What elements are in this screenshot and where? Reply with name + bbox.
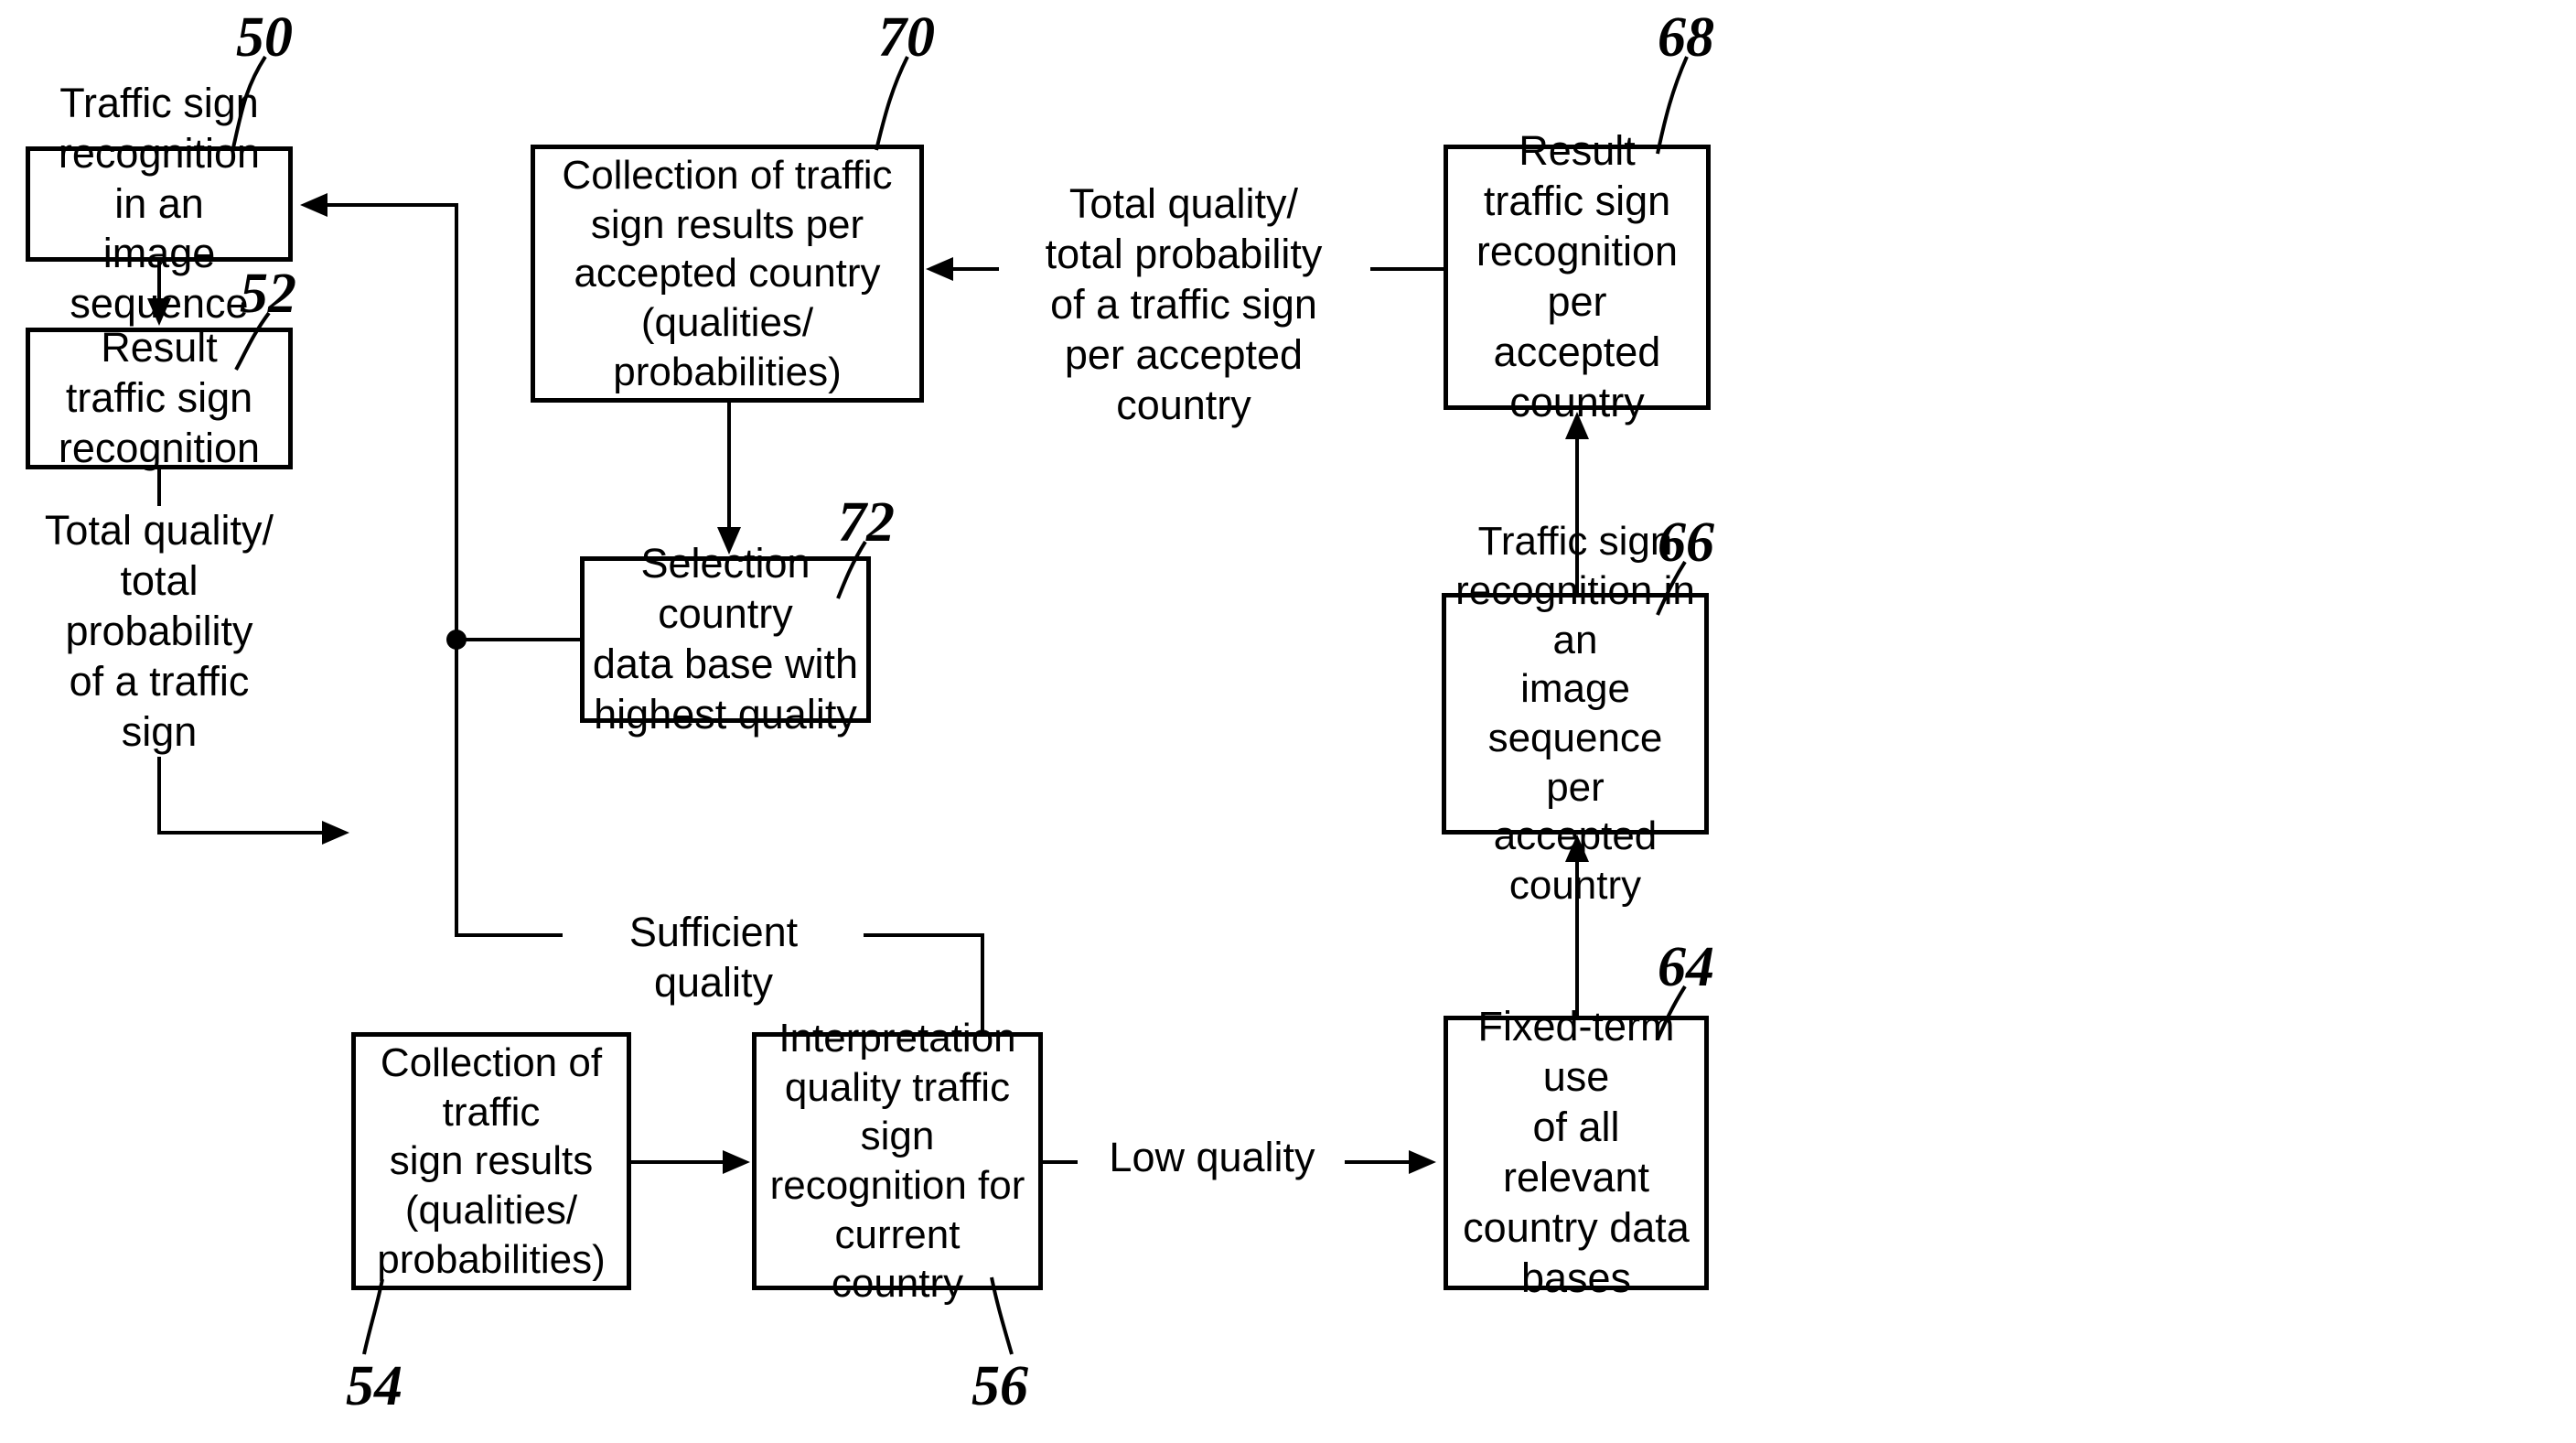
sufficient-quality-right-stub <box>864 933 984 937</box>
leader-line-50 <box>231 55 267 153</box>
edge-label-sufficient-quality: Sufficient quality <box>567 908 860 1008</box>
feedback-bus-vertical-lower <box>455 638 458 935</box>
arrowhead-56-to-64 <box>1409 1150 1436 1174</box>
arrowhead-feedback-to-50 <box>300 193 327 217</box>
feedback-branch-to-72 <box>455 638 583 641</box>
arrowhead-54-to-56 <box>723 1150 750 1174</box>
leader-line-66 <box>1656 560 1687 616</box>
connector-52-to-54-horizontal <box>157 831 329 835</box>
connector-68-to-70-left-stub <box>953 267 1003 271</box>
leader-line-72 <box>836 540 867 599</box>
connector-68-to-70-right-stub <box>1370 267 1445 271</box>
connector-56-to-64-main <box>1345 1160 1413 1164</box>
leader-line-68 <box>1656 56 1689 155</box>
leader-line-64 <box>1656 985 1687 1040</box>
arrowhead-68-to-70 <box>926 257 953 281</box>
connector-70-to-72 <box>727 403 731 531</box>
edge-label-total-quality-right: Total quality/ total probability of a tr… <box>999 179 1368 431</box>
junction-dot <box>446 630 467 650</box>
leader-line-70 <box>875 56 909 151</box>
edge-label-total-quality-left: Total quality/ total probability of a tr… <box>31 506 287 758</box>
flow-box-72: Selection country data base with highest… <box>580 540 871 738</box>
edge-label-low-quality: Low quality <box>1079 1133 1345 1183</box>
reference-numeral-56: 56 <box>971 1355 1028 1417</box>
figure-canvas: Traffic sign recognition in an image seq… <box>0 0 2576 1443</box>
leader-line-52 <box>234 311 271 371</box>
leader-line-56 <box>990 1276 1014 1355</box>
connector-56-to-64-stub <box>1043 1160 1078 1164</box>
feedback-bus-to-50 <box>327 203 456 207</box>
flow-box-50: Traffic sign recognition in an image seq… <box>26 80 293 327</box>
flow-box-68: Result traffic sign recognition per acce… <box>1444 127 1711 425</box>
flow-box-56: Interpretation quality traffic sign reco… <box>752 1016 1043 1306</box>
reference-numeral-54: 54 <box>346 1355 402 1417</box>
flow-box-54: Collection of traffic sign results (qual… <box>351 1032 631 1290</box>
flow-box-70: Collection of traffic sign results per a… <box>531 145 924 403</box>
connector-54-to-56 <box>631 1160 730 1164</box>
arrowhead-52-to-54 <box>322 821 349 845</box>
sufficient-quality-left-stub <box>455 933 563 937</box>
leader-line-54 <box>362 1278 384 1355</box>
